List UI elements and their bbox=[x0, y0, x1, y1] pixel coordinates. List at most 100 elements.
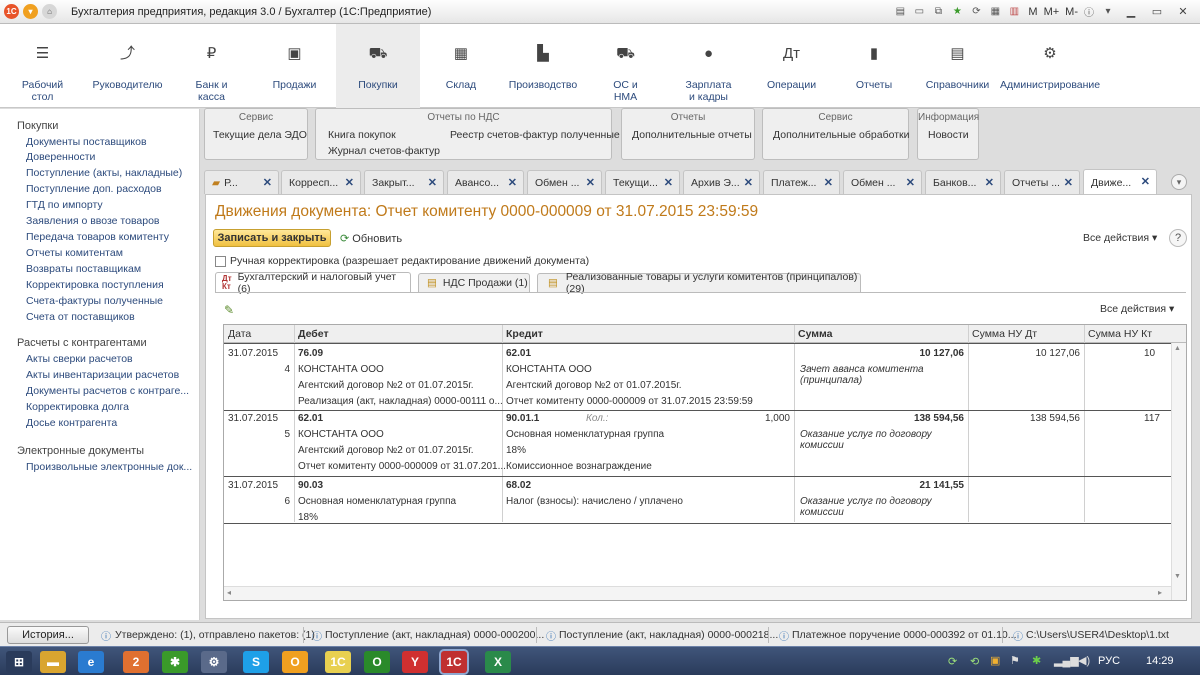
column-header[interactable]: Дата bbox=[228, 328, 251, 340]
sidebar-item[interactable]: Передача товаров комитенту bbox=[26, 231, 169, 243]
sidebar-item[interactable]: Поступление доп. расходов bbox=[26, 183, 162, 195]
command-invoice-journal[interactable]: Журнал счетов-фактур bbox=[328, 145, 440, 157]
help-button[interactable]: ? bbox=[1169, 229, 1187, 247]
close-tab-icon[interactable]: ✕ bbox=[906, 176, 915, 189]
tab-realized-goods[interactable]: ▤ Реализованные товары и услуги комитент… bbox=[537, 271, 861, 295]
clock[interactable]: 14:29 bbox=[1146, 655, 1174, 667]
open-tab[interactable]: Авансо... ✕ bbox=[447, 170, 524, 194]
sidebar-item[interactable]: Возвраты поставщикам bbox=[26, 263, 141, 275]
copy-icon[interactable]: ⧉ bbox=[930, 4, 946, 19]
sidebar-item[interactable]: Доверенности bbox=[26, 151, 95, 163]
memory-minus-button[interactable]: M- bbox=[1065, 6, 1078, 18]
tray-virus-icon[interactable]: ✱ bbox=[1032, 654, 1041, 667]
open-tab[interactable]: Платеж... ✕ bbox=[763, 170, 840, 194]
explorer-app[interactable]: ▬ bbox=[40, 651, 66, 673]
sidebar-item[interactable]: Акты сверки расчетов bbox=[26, 353, 133, 365]
tray-network-icon[interactable]: ⟲ bbox=[970, 655, 979, 668]
sidebar-item[interactable]: Корректировка поступления bbox=[26, 279, 164, 291]
virus-app[interactable]: ✱ bbox=[162, 651, 188, 673]
scroll-right-icon[interactable]: ▸ bbox=[1158, 588, 1162, 597]
section-7[interactable]: ⛟ ОС и НМА bbox=[584, 24, 667, 108]
maximize-button[interactable]: ▭ bbox=[1146, 4, 1168, 20]
open-tab[interactable]: Банков... ✕ bbox=[925, 170, 1001, 194]
section-9[interactable]: Дт Операции bbox=[750, 24, 833, 108]
ie-app[interactable]: e bbox=[78, 651, 104, 673]
status-item[interactable]: Поступление (акт, накладная) 0000-000200… bbox=[325, 629, 544, 641]
save-icon[interactable]: ▭ bbox=[911, 4, 927, 19]
command-additional-reports[interactable]: Дополнительные отчеты bbox=[632, 129, 752, 141]
sidebar-item[interactable]: Досье контрагента bbox=[26, 417, 117, 429]
sidebar-item[interactable]: Документы расчетов с контраге... bbox=[26, 385, 189, 397]
column-header[interactable]: Сумма bbox=[798, 328, 833, 340]
network-app[interactable]: ⚙ bbox=[201, 651, 227, 673]
open-tab[interactable]: Архив Э... ✕ bbox=[683, 170, 760, 194]
close-tab-icon[interactable]: ✕ bbox=[744, 176, 753, 189]
info-icon[interactable]: ⓘ bbox=[1081, 4, 1097, 19]
dropdown-icon[interactable]: ▾ bbox=[1100, 4, 1116, 19]
command-edo-current[interactable]: Текущие дела ЭДО bbox=[213, 129, 307, 141]
column-header[interactable]: Сумма НУ Кт bbox=[1088, 328, 1152, 340]
column-header[interactable]: Сумма НУ Дт bbox=[972, 328, 1037, 340]
home-icon[interactable]: ⌂ bbox=[42, 4, 57, 19]
scroll-down-icon[interactable]: ▼ bbox=[1174, 573, 1181, 580]
sidebar-item[interactable]: Поступление (акты, накладные) bbox=[26, 167, 182, 179]
app-logo-icon[interactable]: 1С bbox=[4, 4, 19, 19]
sidebar-item[interactable]: ГТД по импорту bbox=[26, 199, 103, 211]
all-actions-menu[interactable]: Все действия ▾ bbox=[1083, 232, 1157, 244]
section-1[interactable]: ⤴ Руководителю bbox=[85, 24, 170, 108]
sidebar-item[interactable]: Акты инвентаризации расчетов bbox=[26, 369, 179, 381]
sidebar-item[interactable]: Корректировка долга bbox=[26, 401, 129, 413]
horizontal-scrollbar[interactable]: ◂ ▸ bbox=[224, 586, 1171, 600]
sidebar-item[interactable]: Произвольные электронные док... bbox=[26, 461, 192, 473]
sidebar-item[interactable]: Заявления о ввозе товаров bbox=[26, 215, 160, 227]
save-and-close-button[interactable]: Записать и закрыть bbox=[213, 229, 331, 247]
sidebar-item[interactable]: Документы поставщиков bbox=[26, 136, 147, 148]
signal-icon[interactable]: ▂▄▆ bbox=[1054, 654, 1079, 667]
folder-app[interactable]: O bbox=[282, 651, 308, 673]
section-5[interactable]: ▦ Склад bbox=[420, 24, 502, 108]
close-tab-icon[interactable]: ✕ bbox=[824, 176, 833, 189]
command-additional-processing[interactable]: Дополнительные обработки bbox=[773, 129, 909, 141]
close-tab-icon[interactable]: ✕ bbox=[345, 176, 354, 189]
menu-dropdown-icon[interactable]: ▾ bbox=[23, 4, 38, 19]
history-button[interactable]: История... bbox=[7, 626, 89, 644]
column-header[interactable]: Кредит bbox=[506, 328, 543, 340]
memory-plus-button[interactable]: M+ bbox=[1044, 6, 1060, 18]
status-item[interactable]: C:\Users\USER4\Desktop\1.txt bbox=[1026, 629, 1169, 641]
green-app[interactable]: O bbox=[364, 651, 390, 673]
status-item[interactable]: Платежное поручение 0000-000392 от 01.10… bbox=[792, 629, 1017, 641]
scroll-up-icon[interactable]: ▲ bbox=[1174, 345, 1181, 352]
open-tab[interactable]: Текущи... ✕ bbox=[605, 170, 680, 194]
tray-app-icon[interactable]: ▣ bbox=[990, 654, 1000, 667]
tray-flag-icon[interactable]: ⚑ bbox=[1010, 654, 1020, 667]
close-tab-icon[interactable]: ✕ bbox=[263, 176, 272, 189]
open-tab[interactable]: Корресп... ✕ bbox=[281, 170, 361, 194]
tray-sync-icon[interactable]: ⟳ bbox=[948, 655, 957, 668]
memory-m-button[interactable]: M bbox=[1028, 6, 1037, 18]
sidebar-item[interactable]: Счета от поставщиков bbox=[26, 311, 135, 323]
close-button[interactable]: ✕ bbox=[1172, 4, 1194, 20]
sidebar-item[interactable]: Счета-фактуры полученные bbox=[26, 295, 163, 307]
section-10[interactable]: ▮ Отчеты bbox=[833, 24, 915, 108]
section-12[interactable]: ⚙ Администрирование bbox=[1000, 24, 1100, 108]
status-item[interactable]: Утверждено: (1), отправлено пакетов: (1) bbox=[115, 629, 315, 641]
open-tab[interactable]: Закрыт... ✕ bbox=[364, 170, 444, 194]
onec-app[interactable]: 1С bbox=[325, 651, 351, 673]
tab-accounting[interactable]: Дт Кт Бухгалтерский и налоговый учет (6) bbox=[215, 271, 411, 295]
yandex-app[interactable]: Y bbox=[402, 651, 428, 673]
close-tab-icon[interactable]: ✕ bbox=[985, 176, 994, 189]
favorite-icon[interactable]: ★ bbox=[949, 4, 965, 19]
history-icon[interactable]: ⟳ bbox=[968, 4, 984, 19]
volume-icon[interactable]: ◀) bbox=[1078, 654, 1090, 667]
scroll-left-icon[interactable]: ◂ bbox=[227, 588, 231, 597]
section-8[interactable]: ● Зарплата и кадры bbox=[667, 24, 750, 108]
close-tab-icon[interactable]: ✕ bbox=[1141, 175, 1150, 188]
section-11[interactable]: ▤ Справочники bbox=[915, 24, 1000, 108]
section-3[interactable]: ▣ Продажи bbox=[253, 24, 336, 108]
open-tab[interactable]: Отчеты ... ✕ bbox=[1004, 170, 1080, 194]
refresh-button[interactable]: ⟳ Обновить bbox=[340, 232, 402, 245]
table-all-actions-menu[interactable]: Все действия ▾ bbox=[1100, 303, 1174, 315]
skype-app[interactable]: S bbox=[243, 651, 269, 673]
excel-app[interactable]: X bbox=[485, 651, 511, 673]
close-tab-icon[interactable]: ✕ bbox=[428, 176, 437, 189]
